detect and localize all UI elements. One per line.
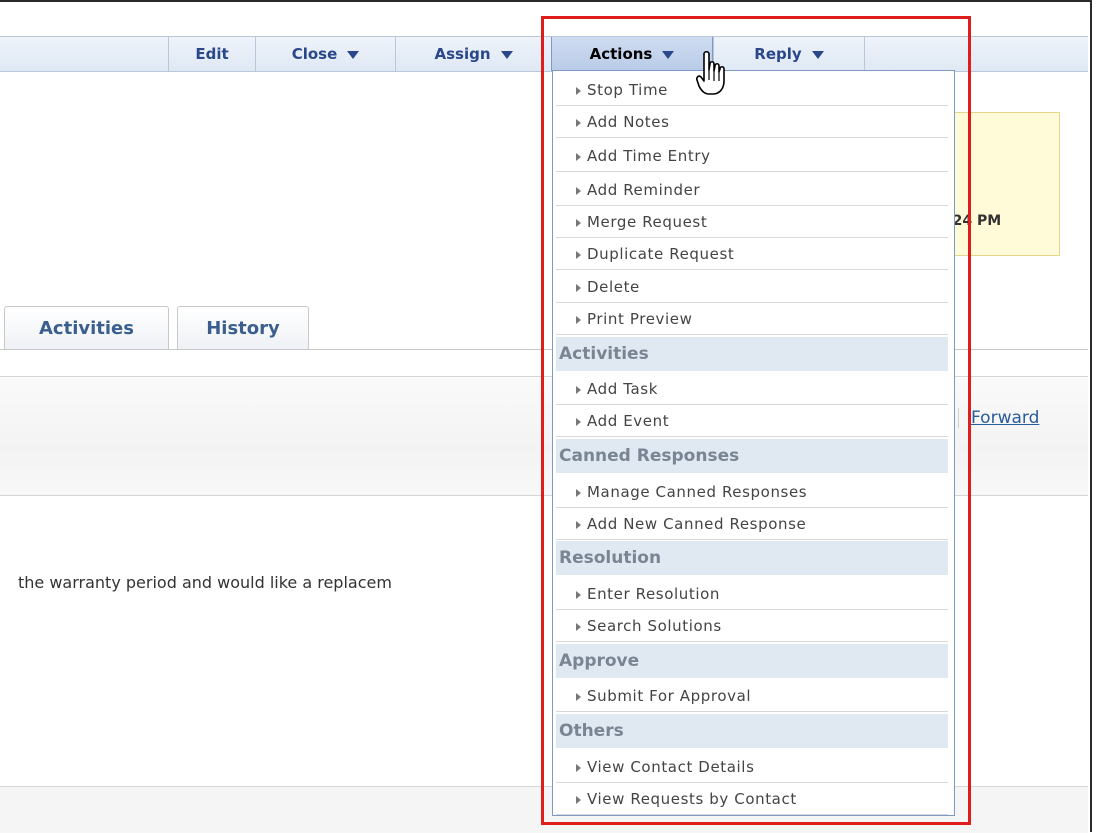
triangle-right-icon: [576, 622, 581, 631]
menu-item-delete[interactable]: Delete: [556, 272, 948, 303]
menu-section-approve: Approve: [556, 644, 948, 678]
triangle-right-icon: [576, 763, 581, 772]
tab-activities[interactable]: Activities: [4, 306, 169, 350]
menu-item-label: Enter Resolution: [587, 585, 721, 603]
triangle-right-icon: [576, 152, 581, 161]
triangle-right-icon: [576, 86, 581, 95]
edit-button[interactable]: Edit: [168, 37, 255, 71]
created-time: :24 PM: [947, 213, 1002, 229]
request-toolbar: Edit Close Assign Actions Reply: [0, 36, 1088, 72]
menu-item-duplicate-request[interactable]: Duplicate Request: [556, 239, 948, 270]
menu-item-submit-for-approval[interactable]: Submit For Approval: [556, 681, 948, 712]
close-dropdown[interactable]: Close: [255, 37, 395, 71]
triangle-right-icon: [576, 186, 581, 195]
chevron-down-icon: [662, 50, 675, 59]
menu-item-label: Add Notes: [587, 113, 670, 131]
tab-history-label: History: [206, 318, 280, 339]
triangle-right-icon: [576, 590, 581, 599]
menu-section-canned-responses: Canned Responses: [556, 439, 948, 473]
menu-item-label: Merge Request: [587, 213, 708, 231]
menu-item-label: Add Reminder: [587, 181, 701, 199]
menu-item-label: Stop Time: [587, 81, 668, 99]
menu-item-search-solutions[interactable]: Search Solutions: [556, 611, 948, 642]
menu-item-label: Duplicate Request: [587, 245, 735, 263]
triangle-right-icon: [576, 283, 581, 292]
menu-item-enter-resolution[interactable]: Enter Resolution: [556, 579, 948, 610]
edit-label: Edit: [195, 45, 229, 63]
hand-pointer-icon: [696, 50, 725, 95]
request-description: the warranty period and would like a rep…: [18, 573, 392, 592]
menu-item-view-contact-details[interactable]: View Contact Details: [556, 752, 948, 783]
triangle-right-icon: [576, 488, 581, 497]
triangle-right-icon: [576, 118, 581, 127]
menu-item-view-requests-by-contact[interactable]: View Requests by Contact: [556, 784, 948, 815]
menu-item-add-task[interactable]: Add Task: [556, 374, 948, 405]
chevron-down-icon: [811, 50, 824, 59]
triangle-right-icon: [576, 795, 581, 804]
menu-item-label: Print Preview: [587, 310, 693, 328]
menu-section-resolution: Resolution: [556, 541, 948, 575]
request-info-box: :24 PM: [940, 112, 1060, 256]
chevron-down-icon: [500, 50, 513, 59]
triangle-right-icon: [576, 692, 581, 701]
triangle-right-icon: [576, 250, 581, 259]
menu-item-add-reminder[interactable]: Add Reminder: [556, 175, 948, 206]
triangle-right-icon: [576, 520, 581, 529]
tab-activities-label: Activities: [39, 318, 134, 339]
menu-item-label: Manage Canned Responses: [587, 483, 808, 501]
triangle-right-icon: [576, 417, 581, 426]
assign-label: Assign: [434, 45, 491, 63]
actions-label: Actions: [589, 45, 653, 63]
menu-item-label: Delete: [587, 278, 640, 296]
menu-item-add-new-canned-response[interactable]: Add New Canned Response: [556, 509, 948, 540]
menu-item-label: Search Solutions: [587, 617, 722, 635]
menu-item-print-preview[interactable]: Print Preview: [556, 304, 948, 335]
actions-menu: Stop Time Add Notes Add Time Entry Add R…: [552, 70, 955, 816]
triangle-right-icon: [576, 385, 581, 394]
menu-item-merge-request[interactable]: Merge Request: [556, 207, 948, 238]
chevron-down-icon: [347, 50, 360, 59]
reply-dropdown[interactable]: Reply: [713, 37, 865, 71]
menu-section-activities: Activities: [556, 337, 948, 371]
reply-label: Reply: [754, 45, 802, 63]
close-label: Close: [291, 45, 338, 63]
tab-history[interactable]: History: [177, 306, 309, 350]
menu-item-label: Submit For Approval: [587, 687, 752, 705]
menu-item-label: View Contact Details: [587, 758, 755, 776]
menu-item-label: Add Time Entry: [587, 147, 711, 165]
forward-link[interactable]: Forward: [958, 408, 1039, 428]
menu-item-manage-canned-responses[interactable]: Manage Canned Responses: [556, 477, 948, 508]
triangle-right-icon: [576, 315, 581, 324]
menu-item-label: Add Event: [587, 412, 670, 430]
menu-item-label: Add Task: [587, 380, 658, 398]
triangle-right-icon: [576, 218, 581, 227]
menu-item-label: Add New Canned Response: [587, 515, 807, 533]
assign-dropdown[interactable]: Assign: [395, 37, 551, 71]
menu-item-add-notes[interactable]: Add Notes: [556, 107, 948, 138]
actions-dropdown[interactable]: Actions: [551, 37, 713, 71]
menu-item-add-event[interactable]: Add Event: [556, 406, 948, 437]
menu-item-add-time-entry[interactable]: Add Time Entry: [556, 141, 948, 172]
menu-item-label: View Requests by Contact: [587, 790, 797, 808]
menu-section-others: Others: [556, 714, 948, 748]
menu-item-stop-time[interactable]: Stop Time: [556, 75, 948, 106]
